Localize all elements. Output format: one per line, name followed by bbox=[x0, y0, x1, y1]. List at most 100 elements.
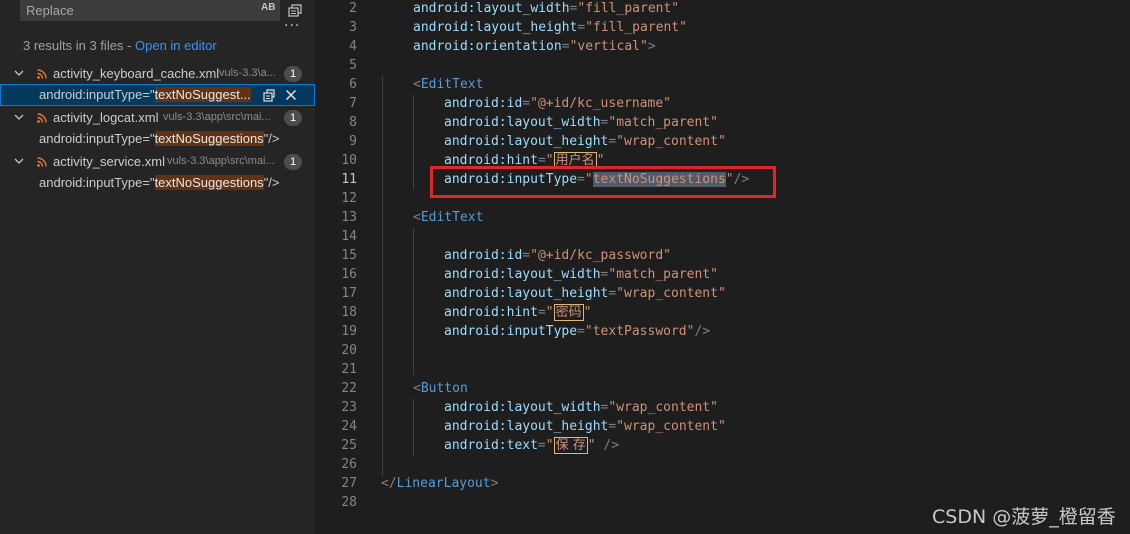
xml-attribute: android:layout_height bbox=[413, 20, 578, 35]
code-line: 2 android:layout_width="fill_parent" bbox=[315, 0, 1130, 18]
line-number: 3 bbox=[349, 20, 357, 35]
result-count-badge: 1 bbox=[284, 154, 302, 170]
quote: " bbox=[710, 400, 718, 415]
match-prefix: android:inputType=" bbox=[39, 87, 155, 102]
tag-close-bracket: </ bbox=[381, 476, 397, 491]
result-file-path: vuls-3.3\a... bbox=[219, 67, 276, 79]
tag-open-bracket: < bbox=[413, 77, 421, 92]
line-number: 8 bbox=[349, 115, 357, 130]
line-number: 28 bbox=[341, 495, 357, 510]
preserve-case-toggle[interactable]: AB bbox=[261, 2, 275, 13]
line-number: 17 bbox=[341, 286, 357, 301]
code-content: android:inputType="textPassword"/> bbox=[444, 322, 710, 341]
chevron-down-icon[interactable] bbox=[13, 111, 25, 123]
attribute-value: wrap_content bbox=[624, 286, 718, 301]
match-suffix: "/> bbox=[263, 175, 280, 190]
code-content: android:layout_height="wrap_content" bbox=[444, 417, 726, 436]
xml-attribute: android:layout_height bbox=[444, 134, 609, 149]
quote: " bbox=[616, 134, 625, 149]
code-content: android:orientation="vertical"> bbox=[413, 37, 656, 56]
line-number: 18 bbox=[341, 305, 357, 320]
equals: = bbox=[522, 248, 531, 263]
xml-tag: Button bbox=[420, 381, 468, 396]
attribute-value: fill_parent bbox=[585, 1, 672, 16]
results-separator: - bbox=[123, 38, 135, 53]
attribute-value: @+id/kc_password bbox=[537, 248, 664, 263]
xml-attribute: android:layout_width bbox=[444, 115, 601, 130]
line-number: 26 bbox=[341, 457, 357, 472]
result-file-row[interactable]: activity_keyboard_cache.xml vuls-3.3\a..… bbox=[0, 63, 315, 85]
code-line: 18 android:hint=" 密码 " bbox=[315, 303, 1130, 322]
chevron-down-icon[interactable] bbox=[13, 155, 25, 167]
xml-attribute: android:layout_height bbox=[444, 286, 609, 301]
result-file-row[interactable]: activity_service.xml vuls-3.3\app\src\ma… bbox=[0, 151, 315, 173]
code-content: android:hint=" 密码 " bbox=[444, 303, 591, 322]
attribute-value: wrap_content bbox=[616, 400, 711, 415]
attribute-value: match_parent bbox=[616, 115, 711, 130]
code-content: android:layout_width="match_parent" bbox=[444, 265, 718, 284]
quote: " bbox=[616, 419, 625, 434]
code-content: android:layout_width="wrap_content" bbox=[444, 398, 718, 417]
xml-attribute: android:text bbox=[444, 438, 538, 453]
match-row[interactable]: android:inputType="textNoSuggestions"/> bbox=[0, 128, 315, 150]
line-number: 5 bbox=[349, 58, 357, 73]
replace-input[interactable] bbox=[26, 1, 246, 20]
xml-attribute: android:hint bbox=[444, 305, 538, 320]
match-row-selected[interactable]: android:inputType="textNoSuggest... bbox=[0, 84, 315, 106]
open-in-editor-link[interactable]: Open in editor bbox=[135, 38, 217, 53]
tag-open-bracket: < bbox=[413, 381, 421, 396]
attribute-value: @+id/kc_username bbox=[537, 96, 664, 111]
xml-attribute: android:id bbox=[444, 96, 523, 111]
line-number: 10 bbox=[341, 153, 357, 168]
line-number: 16 bbox=[341, 267, 357, 282]
match-highlight: textNoSuggestions bbox=[154, 175, 264, 190]
equals: = bbox=[561, 39, 570, 54]
xml-attribute: android:layout_width bbox=[413, 1, 570, 16]
code-line: 6 <EditText bbox=[315, 75, 1130, 94]
result-file-row[interactable]: activity_logcat.xml vuls-3.3\app\src\mai… bbox=[0, 107, 315, 129]
code-content: <EditText bbox=[413, 208, 483, 227]
annotation-highlight-box bbox=[430, 166, 776, 198]
code-line: 7 android:id="@+id/kc_username" bbox=[315, 94, 1130, 113]
quote: " bbox=[671, 1, 680, 16]
attribute-value: 保 存 bbox=[553, 437, 588, 454]
replace-all-icon[interactable] bbox=[287, 2, 303, 18]
tag-close: /> bbox=[694, 324, 711, 339]
quote: " bbox=[545, 438, 554, 453]
code-content: android:layout_height="wrap_content" bbox=[444, 132, 726, 151]
chevron-down-icon[interactable] bbox=[13, 67, 25, 79]
xml-file-icon bbox=[37, 69, 47, 79]
xml-attribute: android:orientation bbox=[413, 39, 562, 54]
quote: " bbox=[717, 134, 726, 149]
line-number: 20 bbox=[341, 343, 357, 358]
result-file-name: activity_keyboard_cache.xml bbox=[53, 66, 220, 81]
code-editor[interactable]: 2 android:layout_width="fill_parent" 3 andr… bbox=[315, 0, 1130, 534]
code-content: <Button bbox=[413, 379, 468, 398]
xml-attribute: android:layout_height bbox=[444, 419, 609, 434]
code-line: 5 bbox=[315, 56, 1130, 75]
code-line: 8 android:layout_width="match_parent" bbox=[315, 113, 1130, 132]
line-number: 2 bbox=[349, 1, 357, 16]
replace-icon[interactable] bbox=[261, 87, 277, 103]
equals: = bbox=[522, 96, 531, 111]
match-row[interactable]: android:inputType="textNoSuggestions"/> bbox=[0, 172, 315, 194]
watermark: CSDN @菠萝_橙留香 bbox=[932, 506, 1116, 528]
quote: " bbox=[663, 96, 671, 111]
quote: " bbox=[717, 419, 726, 434]
quote: " bbox=[530, 248, 538, 263]
equals: = bbox=[577, 324, 585, 339]
dismiss-icon[interactable] bbox=[283, 87, 299, 103]
more-actions-icon[interactable]: ··· bbox=[284, 19, 300, 34]
quote: " bbox=[587, 438, 596, 453]
equals: = bbox=[537, 305, 546, 320]
tag-end-bracket: > bbox=[490, 476, 499, 491]
attribute-value: textPassword bbox=[592, 324, 687, 339]
code-content: android:layout_height="wrap_content" bbox=[444, 284, 726, 303]
line-number: 21 bbox=[341, 362, 357, 377]
code-content: <EditText bbox=[413, 75, 483, 94]
xml-attribute: android:id bbox=[444, 248, 523, 263]
attribute-value: match_parent bbox=[616, 267, 711, 282]
result-file-name: activity_service.xml bbox=[53, 154, 165, 169]
attribute-value: 密码 bbox=[553, 304, 584, 321]
line-number: 25 bbox=[341, 438, 357, 453]
